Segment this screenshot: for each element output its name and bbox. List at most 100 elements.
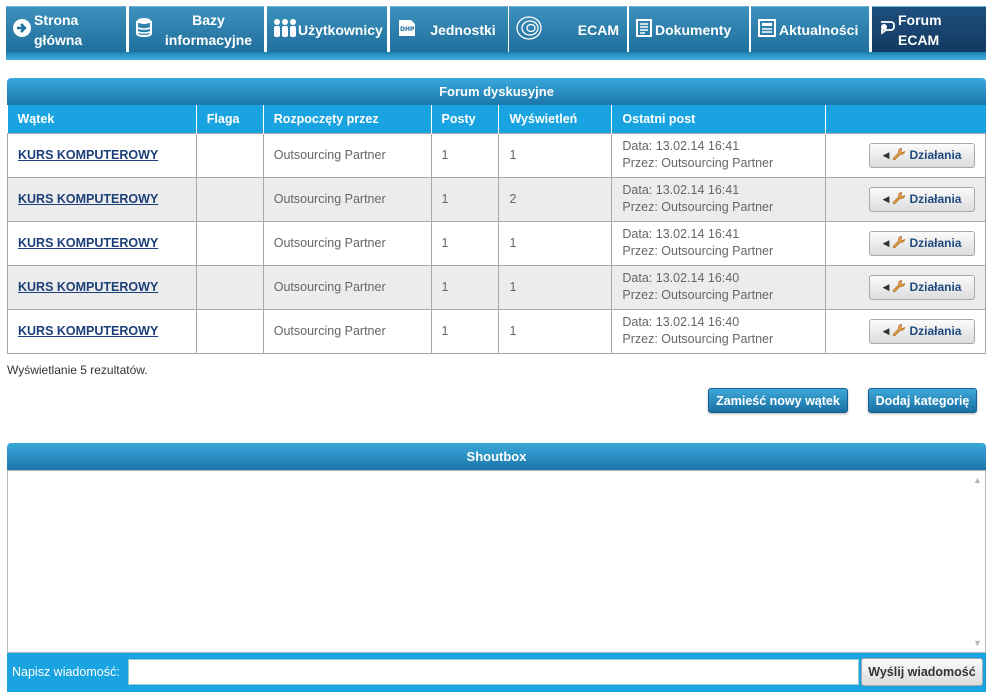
table-row: KURS KOMPUTEROWY Outsourcing Partner 1 1… (7, 132, 986, 178)
tab-forum[interactable]: Forum ECAM (872, 6, 986, 52)
actions-button[interactable]: ◀ Działania (869, 142, 975, 168)
last-post-cell: Data: 13.02.14 16:41 Przez: Outsourcing P… (611, 132, 827, 178)
caret-left-icon: ◀ (882, 281, 890, 292)
actions-button[interactable]: ◀ Działania (869, 318, 975, 344)
flag-cell (195, 176, 264, 222)
col-thread[interactable]: Wątek (7, 105, 197, 133)
started-by-cell: Outsourcing Partner (262, 220, 432, 266)
views-cell: 1 (498, 132, 613, 178)
forum-panel-title: Forum dyskusyjne (7, 78, 986, 105)
tab-databases[interactable]: Bazy informacyjne (129, 6, 264, 52)
send-message-button[interactable]: Wyślij wiadomość (861, 658, 983, 686)
wrench-icon (892, 323, 906, 340)
message-label: Napisz wiadomość: (12, 665, 120, 679)
actions-cell: ◀ Działania (825, 176, 986, 222)
col-views[interactable]: Wyświetleń (498, 105, 613, 133)
last-post-author: Przez: Outsourcing Partner (622, 288, 774, 302)
thread-cell: KURS KOMPUTEROWY (7, 308, 197, 354)
shoutbox-scrollbar[interactable]: ▲ ▼ (969, 471, 985, 652)
col-posts[interactable]: Posty (431, 105, 500, 133)
actions-cell: ◀ Działania (825, 132, 986, 178)
flag-cell (195, 220, 264, 266)
caret-left-icon: ◀ (882, 193, 890, 204)
last-post-author: Przez: Outsourcing Partner (622, 332, 774, 346)
scroll-up-icon[interactable]: ▲ (973, 475, 982, 485)
add-category-button[interactable]: Dodaj kategorię (868, 388, 977, 413)
flag-cell (195, 308, 264, 354)
col-last-post[interactable]: Ostatni post (611, 105, 827, 133)
caret-left-icon: ◀ (882, 325, 890, 336)
tab-home-label: Strona główna (34, 11, 83, 48)
tab-databases-label: Bazy informacyjne (153, 10, 264, 50)
col-started-by[interactable]: Rozpoczęty przez (263, 105, 432, 133)
actions-button[interactable]: ◀ Działania (869, 274, 975, 300)
tab-documents-label: Dokumenty (655, 21, 732, 38)
actions-label: Działania (909, 148, 962, 162)
views-cell: 1 (498, 264, 613, 310)
col-flag[interactable]: Flaga (196, 105, 264, 133)
shoutbox-compose: Napisz wiadomość: Wyślij wiadomość (7, 653, 986, 692)
tab-forum-label: Forum ECAM (898, 11, 942, 48)
last-post-author: Przez: Outsourcing Partner (622, 244, 774, 258)
actions-button[interactable]: ◀ Działania (869, 230, 975, 256)
thread-cell: KURS KOMPUTEROWY (7, 132, 197, 178)
views-cell: 1 (498, 220, 613, 266)
actions-cell: ◀ Działania (825, 220, 986, 266)
tab-units[interactable]: DHP Jednostki (390, 6, 508, 52)
main-navigation: Strona główna Bazy informacyjne Użytkown… (6, 6, 986, 52)
posts-cell: 1 (430, 264, 500, 310)
thread-link[interactable]: KURS KOMPUTEROWY (18, 148, 158, 162)
scroll-down-icon[interactable]: ▼ (973, 638, 982, 648)
arrow-right-circle-icon (12, 18, 32, 41)
posts-cell: 1 (430, 308, 500, 354)
tab-news-label: Aktualności (779, 21, 859, 38)
tab-users[interactable]: Użytkownicy (267, 6, 387, 52)
started-by-cell: Outsourcing Partner (262, 176, 432, 222)
views-cell: 1 (498, 308, 613, 354)
tab-documents[interactable]: Dokumenty (629, 6, 749, 52)
last-post-cell: Data: 13.02.14 16:40 Przez: Outsourcing P… (611, 264, 827, 310)
last-post-author: Przez: Outsourcing Partner (622, 200, 774, 214)
last-post-date: Data: 13.02.14 16:41 (622, 227, 740, 241)
dhp-text: DHP (400, 26, 415, 33)
users-icon (272, 18, 298, 41)
started-by-cell: Outsourcing Partner (262, 308, 432, 354)
caret-left-icon: ◀ (882, 149, 890, 160)
nav-underline (6, 52, 986, 60)
actions-label: Działania (909, 324, 962, 338)
thread-link[interactable]: KURS KOMPUTEROWY (18, 236, 158, 250)
wrench-icon (892, 279, 906, 296)
thread-link[interactable]: KURS KOMPUTEROWY (18, 192, 158, 206)
posts-cell: 1 (430, 132, 500, 178)
new-thread-button[interactable]: Zamieść nowy wątek (708, 388, 848, 413)
tab-home[interactable]: Strona główna (6, 6, 126, 52)
actions-label: Działania (909, 280, 962, 294)
message-input[interactable] (128, 659, 859, 685)
actions-label: Działania (909, 192, 962, 206)
last-post-cell: Data: 13.02.14 16:41 Przez: Outsourcing P… (611, 176, 827, 222)
ecam-spiral-icon (515, 15, 543, 44)
thread-cell: KURS KOMPUTEROWY (7, 220, 197, 266)
actions-cell: ◀ Działania (825, 308, 986, 354)
table-row: KURS KOMPUTEROWY Outsourcing Partner 1 1… (7, 220, 986, 266)
tab-databases-label-line1: Bazy (192, 11, 225, 28)
wrench-icon (892, 147, 906, 164)
last-post-date: Data: 13.02.14 16:40 (622, 315, 740, 329)
actions-cell: ◀ Działania (825, 264, 986, 310)
table-row: KURS KOMPUTEROWY Outsourcing Partner 1 2… (7, 176, 986, 222)
dhp-document-icon: DHP (396, 17, 418, 42)
database-icon (135, 17, 153, 42)
wrench-icon (892, 191, 906, 208)
actions-button[interactable]: ◀ Działania (869, 186, 975, 212)
posts-cell: 1 (430, 220, 500, 266)
col-actions (825, 105, 986, 133)
started-by-cell: Outsourcing Partner (262, 132, 432, 178)
tab-units-label: Jednostki (430, 21, 496, 38)
forum-table-header: Wątek Flaga Rozpoczęty przez Posty Wyświ… (7, 105, 986, 133)
thread-link[interactable]: KURS KOMPUTEROWY (18, 324, 158, 338)
tab-news[interactable]: Aktualności (751, 6, 869, 52)
documents-icon (635, 18, 653, 41)
thread-link[interactable]: KURS KOMPUTEROWY (18, 280, 158, 294)
tab-ecam[interactable]: ECAM (509, 6, 627, 52)
last-post-date: Data: 13.02.14 16:41 (622, 183, 740, 197)
